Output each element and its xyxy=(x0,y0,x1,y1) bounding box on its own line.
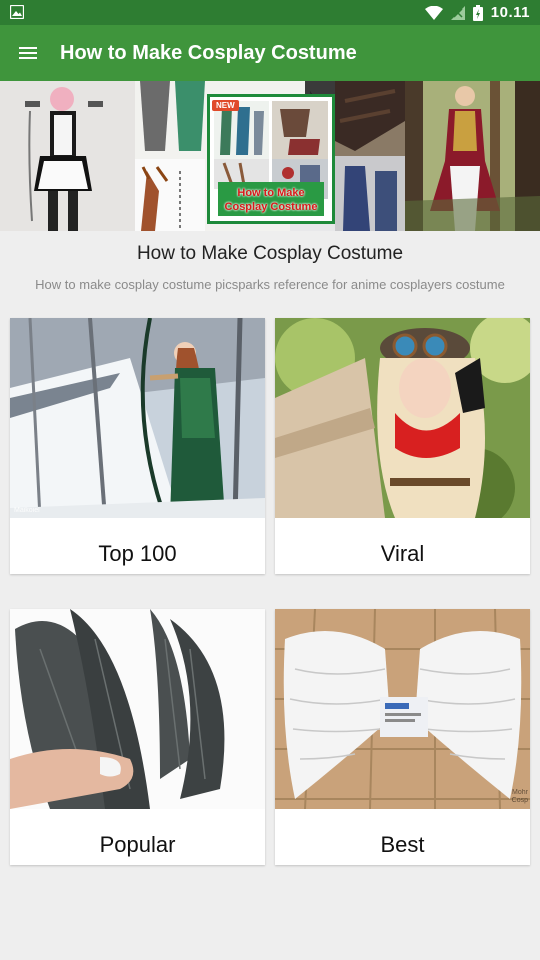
card-image-elf-archer: Maikoiel xyxy=(10,318,265,518)
hamburger-menu-icon xyxy=(19,47,37,59)
app-title: How to Make Cosplay Costume xyxy=(60,42,357,64)
category-card-viral[interactable]: Viral xyxy=(275,318,530,574)
banner-new-badge: NEW xyxy=(212,100,239,111)
category-card-top-100[interactable]: Maikoiel Top 100 xyxy=(10,318,265,574)
clock: 10.11 xyxy=(490,4,530,21)
notification-image-icon xyxy=(10,5,24,19)
category-card-best[interactable]: Mohr Cosp Best xyxy=(275,609,530,865)
card-image-foam-feathers xyxy=(10,609,265,809)
battery-icon xyxy=(472,4,483,21)
card-image-goggles-cosplayer xyxy=(275,318,530,518)
banner-photo-maid xyxy=(0,81,135,231)
category-label-best: Best xyxy=(380,832,425,857)
status-bar: 10.11 xyxy=(0,0,540,25)
category-label-top-100: Top 100 xyxy=(98,541,177,566)
card-watermark: Maikoiel xyxy=(14,507,40,514)
card-image-white-wings: Mohr Cosp xyxy=(275,609,530,809)
signal-icon xyxy=(450,5,465,20)
banner-image[interactable]: NEW How to Make Cosplay Costume xyxy=(0,81,540,231)
banner-photo-forest xyxy=(405,81,540,231)
banner-title-card: NEW How to Make Cosplay Costume xyxy=(207,94,335,224)
banner-caption-line1: How to Make xyxy=(237,187,305,199)
page-subtitle: How to make cosplay costume picsparks re… xyxy=(35,277,505,292)
banner-caption-line2: Cosplay Costume xyxy=(224,201,318,213)
category-label-viral: Viral xyxy=(380,541,425,566)
banner-photo-props xyxy=(335,81,405,231)
menu-button[interactable] xyxy=(8,33,48,73)
category-card-popular[interactable]: Popular xyxy=(10,609,265,865)
page-title: How to Make Cosplay Costume xyxy=(136,243,404,264)
category-label-popular: Popular xyxy=(99,832,176,857)
app-bar: How to Make Cosplay Costume xyxy=(0,25,540,81)
card-watermark: Mohr Cosp xyxy=(511,789,528,804)
wifi-icon xyxy=(424,5,443,20)
